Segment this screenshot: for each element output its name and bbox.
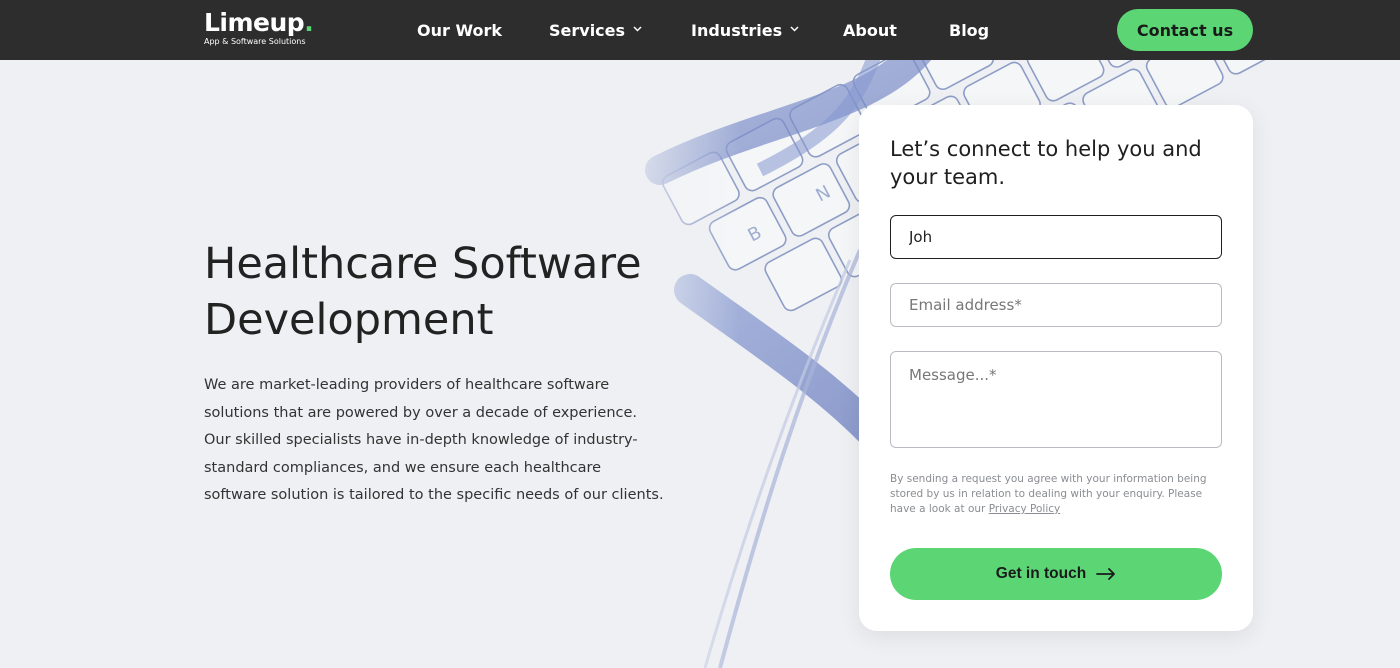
- page-title-line-1: Healthcare Software: [204, 239, 642, 289]
- chevron-down-icon: [790, 25, 799, 35]
- logo-link[interactable]: Limeup. App & Software Solutions: [204, 8, 314, 47]
- nav-item-blog[interactable]: Blog: [949, 0, 989, 60]
- nav-item-label: Blog: [949, 20, 990, 40]
- logo-dot: .: [304, 8, 314, 37]
- privacy-note: By sending a request you agree with your…: [890, 472, 1222, 517]
- logo-tagline: App & Software Solutions: [204, 37, 306, 46]
- hero-description: We are market-leading providers of healt…: [204, 377, 664, 503]
- get-in-touch-button[interactable]: Get in touch: [890, 548, 1222, 600]
- email-input[interactable]: [890, 283, 1222, 327]
- nav-item-industries[interactable]: Industries: [691, 0, 799, 60]
- nav-item-services[interactable]: Services: [549, 0, 642, 60]
- page-title: Healthcare Software Development: [204, 236, 674, 348]
- message-textarea[interactable]: [890, 351, 1222, 448]
- chevron-down-icon: [633, 25, 642, 35]
- contact-form-card: Let’s connect to help you and your team.…: [859, 105, 1253, 631]
- nav-item-label: Our Work: [417, 20, 503, 40]
- get-in-touch-label: Get in touch: [995, 565, 1087, 582]
- logo-text: Limeup.: [204, 8, 314, 37]
- nav-item-label: About: [843, 20, 897, 40]
- form-title: Let’s connect to help you and your team.: [890, 137, 1202, 189]
- nav-item-label: Services: [549, 20, 626, 40]
- privacy-policy-link[interactable]: Privacy Policy: [989, 503, 1061, 515]
- name-input[interactable]: [890, 215, 1222, 259]
- nav-item-our-work[interactable]: Our Work: [417, 0, 502, 60]
- arrow-right-icon: [1096, 568, 1116, 580]
- nav-item-label: Industries: [691, 20, 783, 40]
- page-title-line-2: Development: [204, 295, 494, 345]
- site-header: Limeup. App & Software Solutions Our Wor…: [0, 0, 1400, 60]
- nav-item-about[interactable]: About: [843, 0, 897, 60]
- contact-us-button[interactable]: Contact us: [1117, 9, 1253, 51]
